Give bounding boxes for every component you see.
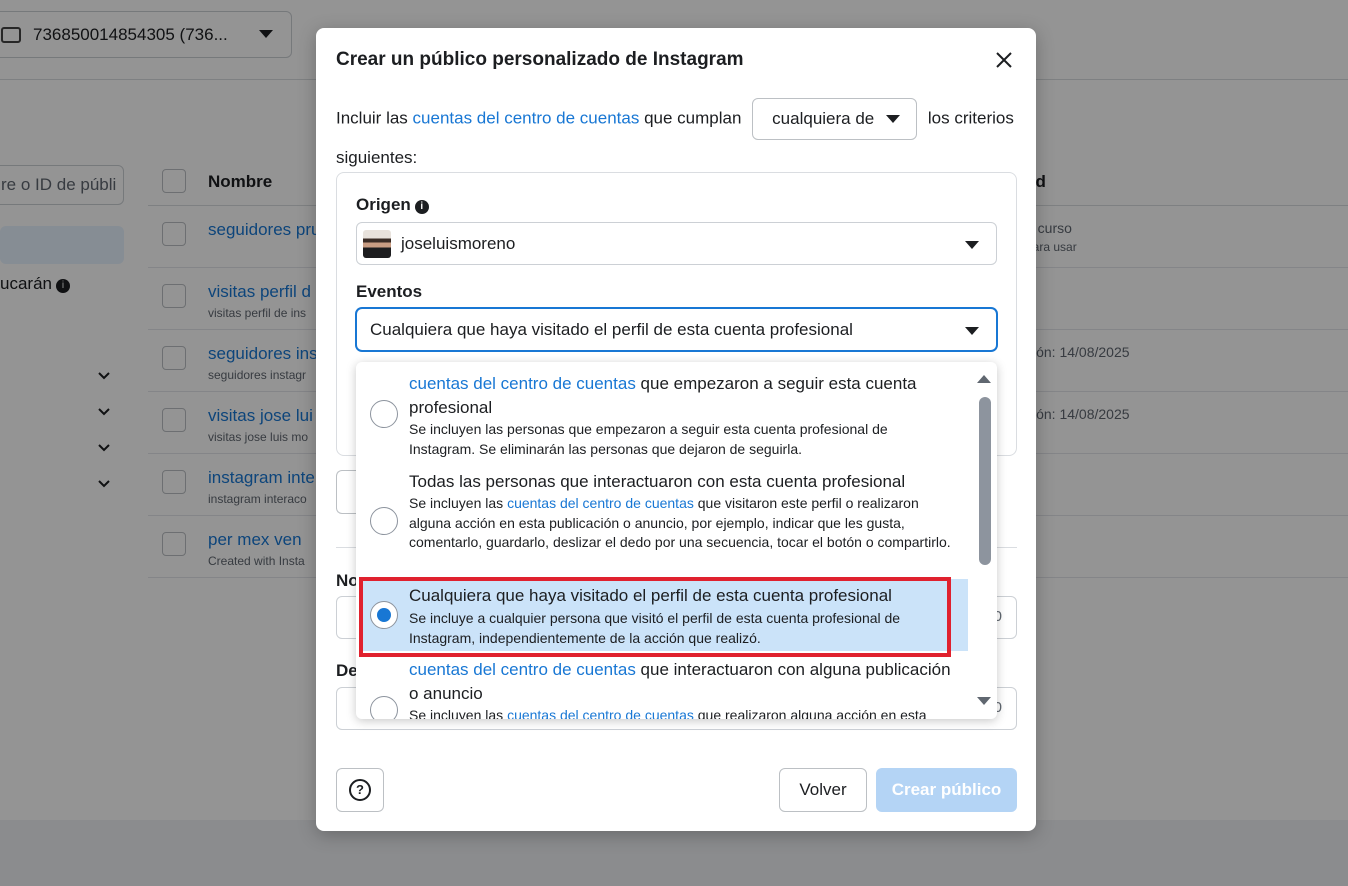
info-icon[interactable]: i xyxy=(414,200,429,214)
accounts-center-link[interactable]: cuentas del centro de cuentas xyxy=(507,495,694,511)
origin-select[interactable]: joseluismoreno xyxy=(356,222,997,265)
create-audience-button[interactable]: Crear público xyxy=(876,768,1017,812)
event-option[interactable]: cuentas del centro de cuentas que empeza… xyxy=(356,362,968,470)
radio-button[interactable] xyxy=(370,400,398,428)
annotation-highlight xyxy=(359,577,951,657)
origin-label: Origen i xyxy=(356,195,429,215)
radio-button[interactable] xyxy=(370,696,398,719)
events-dropdown-menu: cuentas del centro de cuentas que empeza… xyxy=(356,362,997,719)
accounts-center-link[interactable]: cuentas del centro de cuentas xyxy=(413,108,640,127)
chevron-down-icon xyxy=(965,327,979,335)
scroll-up-arrow-icon[interactable] xyxy=(977,375,991,383)
dialog-title: Crear un público personalizado de Instag… xyxy=(336,49,744,70)
events-select[interactable]: Cualquiera que haya visitado el perfil d… xyxy=(356,308,997,351)
question-icon: ? xyxy=(349,779,371,801)
events-label: Eventos xyxy=(356,282,423,301)
match-criteria-select[interactable]: cualquiera de xyxy=(752,98,918,140)
chevron-down-icon xyxy=(965,241,979,249)
avatar xyxy=(363,229,391,258)
scroll-down-arrow-icon[interactable] xyxy=(977,697,991,705)
accounts-center-link[interactable]: cuentas del centro de cuentas xyxy=(409,660,636,679)
scrollbar-thumb[interactable] xyxy=(979,397,991,565)
back-button[interactable]: Volver xyxy=(779,768,867,812)
inclusion-sentence: Incluir las cuentas del centro de cuenta… xyxy=(336,98,1016,176)
chevron-down-icon xyxy=(886,115,901,123)
event-option[interactable]: cuentas del centro de cuentas que intera… xyxy=(356,658,968,719)
accounts-center-link[interactable]: cuentas del centro de cuentas xyxy=(409,374,636,393)
close-icon[interactable] xyxy=(994,50,1014,70)
help-button[interactable]: ? xyxy=(336,768,384,812)
accounts-center-link[interactable]: cuentas del centro de cuentas xyxy=(507,707,694,719)
event-option[interactable]: Todas las personas que interactuaron con… xyxy=(356,470,968,576)
origin-value: joseluismoreno xyxy=(401,233,516,253)
events-value: Cualquiera que haya visitado el perfil d… xyxy=(370,319,853,339)
radio-button[interactable] xyxy=(370,507,398,535)
